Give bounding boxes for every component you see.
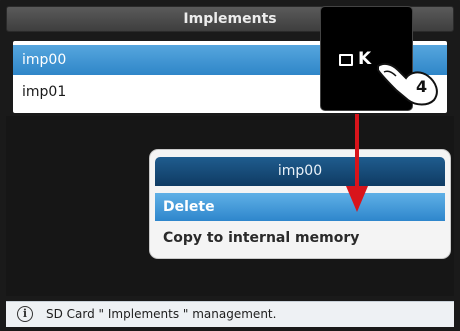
status-bar: i SD Card " Implements " management.: [6, 301, 454, 327]
context-menu-popup: imp00 Delete Copy to internal memory: [150, 150, 450, 258]
step-number: 4: [416, 77, 427, 96]
popup-title: imp00: [155, 157, 445, 186]
pointing-hand-icon: 4: [377, 62, 438, 106]
status-text: SD Card " Implements " management.: [46, 307, 277, 321]
copy-to-internal-memory-option[interactable]: Copy to internal memory: [155, 224, 445, 252]
ok-square-icon: [339, 54, 353, 66]
red-arrow-icon: [346, 114, 368, 212]
device-screen: Implements imp00 imp01 imp00 Delete Copy…: [0, 0, 460, 331]
info-icon: i: [17, 306, 33, 322]
ok-key-label: K: [358, 49, 373, 69]
delete-option[interactable]: Delete: [155, 193, 445, 221]
